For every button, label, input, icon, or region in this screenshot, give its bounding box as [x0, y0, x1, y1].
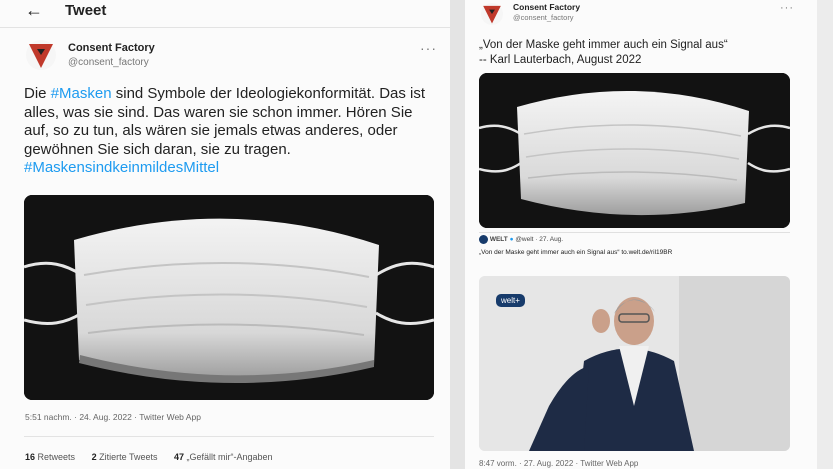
retweets-stat[interactable]: 16 Retweets [25, 452, 75, 462]
embed-source: WELT [489, 236, 508, 244]
more-options-icon[interactable]: ··· [780, 2, 794, 14]
welt-avatar [479, 235, 488, 244]
page-title: Tweet [65, 2, 107, 19]
author-name[interactable]: Consent Factory [513, 2, 580, 12]
hashtag-link[interactable]: #MaskensindkeinmildesMittel [24, 159, 219, 176]
quotes-count: 2 [91, 452, 97, 462]
panel-gap [450, 0, 465, 469]
engagement-stats: 16 Retweets 2 Zitierte Tweets 47 „Gefäll… [25, 452, 287, 462]
tweet-text-part: Die [24, 85, 51, 102]
page-edge [817, 0, 833, 469]
author-handle[interactable]: @consent_factory [513, 13, 574, 22]
quote-attribution: -- Karl Lauterbach, August 2022 [479, 54, 642, 66]
more-options-icon[interactable]: ··· [420, 40, 437, 56]
person-image [479, 276, 790, 451]
embed-header: WELT ● @welt · 27. Aug. [479, 235, 791, 244]
quote-line: „Von der Maske geht immer auch ein Signa… [479, 39, 728, 51]
likes-stat[interactable]: 47 „Gefällt mir“-Angaben [174, 452, 273, 462]
retweets-label: Retweets [37, 452, 76, 462]
retweets-count: 16 [25, 452, 36, 462]
avatar[interactable] [26, 40, 56, 70]
embedded-tweet[interactable]: WELT ● @welt · 27. Aug. „Von der Maske g… [479, 235, 791, 256]
author-handle[interactable]: @consent_factory [68, 57, 149, 68]
hashtag-link[interactable]: #Masken [51, 85, 112, 102]
mask-photo[interactable] [24, 195, 434, 400]
mask-image [479, 73, 790, 228]
quotes-stat[interactable]: 2 Zitierte Tweets [92, 452, 158, 462]
verified-icon: ● [509, 236, 514, 244]
header-divider [0, 27, 450, 28]
embed-text: „Von der Maske geht immer auch ein Signa… [479, 249, 673, 256]
embed-handle: @welt · 27. Aug. [515, 236, 564, 244]
person-photo[interactable]: welt+ [479, 276, 790, 451]
welt-plus-badge: welt+ [496, 294, 525, 307]
avatar[interactable] [481, 3, 503, 25]
likes-label: „Gefällt mir“-Angaben [186, 452, 273, 462]
mask-photo[interactable] [479, 73, 790, 228]
stats-divider [24, 436, 434, 437]
arrow-left-icon[interactable]: ← [25, 0, 43, 21]
tweet-text: Die #Masken sind Symbole der Ideologieko… [24, 85, 434, 178]
mask-image [24, 195, 434, 400]
tweet-timestamp[interactable]: 8:47 vorm. · 27. Aug. 2022 · Twitter Web… [479, 459, 638, 468]
author-name[interactable]: Consent Factory [68, 42, 155, 54]
likes-count: 47 [173, 452, 184, 462]
quotes-label: Zitierte Tweets [99, 452, 158, 462]
tweet-text: „Von der Maske geht immer auch ein Signa… [479, 38, 728, 68]
tweet-timestamp[interactable]: 5:51 nachm. · 24. Aug. 2022 · Twitter We… [25, 412, 201, 422]
embed-divider [479, 232, 790, 233]
